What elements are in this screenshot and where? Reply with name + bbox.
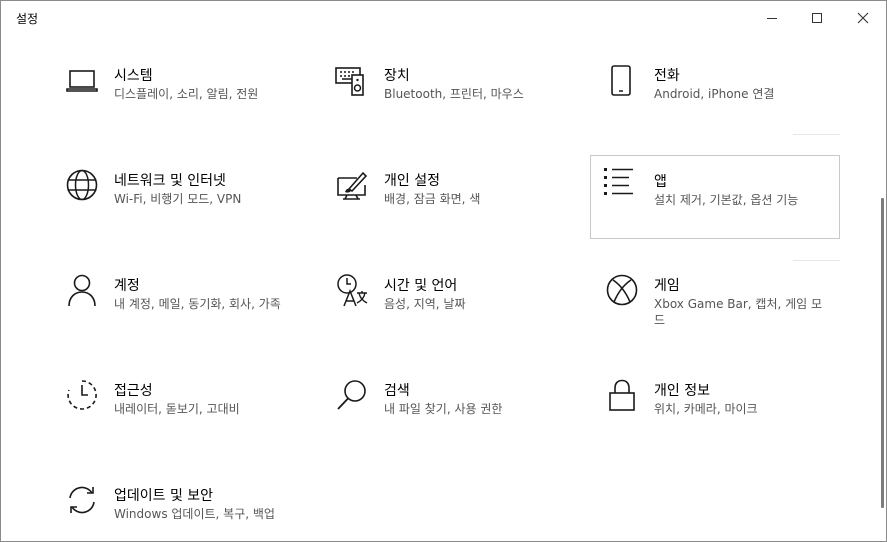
maximize-icon: [812, 12, 822, 23]
phone-icon: [605, 63, 639, 97]
tile-description: Bluetooth, 프린터, 마우스: [384, 87, 524, 101]
tile-name: 검색: [384, 383, 410, 399]
globe-icon: [65, 168, 99, 202]
tile-system[interactable]: 시스템 디스플레이, 소리, 알림, 전원: [61, 59, 310, 143]
settings-grid: 시스템 디스플레이, 소리, 알림, 전원 장치 Bluetooth, 프린터,…: [1, 34, 886, 541]
tile-description: 디스플레이, 소리, 알림, 전원: [114, 87, 259, 101]
tile-description: 배경, 잠금 화면, 색: [384, 192, 481, 206]
tile-description: 내 계정, 메일, 동기화, 회사, 가족: [114, 297, 281, 311]
tile-personalization[interactable]: 개인 설정 배경, 잠금 화면, 색: [331, 164, 580, 248]
tile-name: 업데이트 및 보안: [114, 488, 214, 504]
tile-description: 내레이터, 돋보기, 고대비: [114, 402, 240, 416]
minimize-icon: [767, 17, 777, 19]
close-icon: [857, 12, 869, 23]
tile-description: Android, iPhone 연결: [654, 87, 775, 101]
minimize-button[interactable]: [749, 1, 795, 34]
divider: [793, 260, 840, 261]
tile-name: 네트워크 및 인터넷: [114, 173, 226, 189]
tile-description: Xbox Game Bar, 캡처, 게임 모드: [654, 297, 823, 327]
tile-name: 게임: [654, 278, 680, 294]
laptop-icon: [65, 63, 99, 97]
xbox-icon: [605, 273, 639, 307]
tile-accessibility[interactable]: 접근성 내레이터, 돋보기, 고대비: [61, 374, 310, 458]
tile-description: 설치 제거, 기본값, 옵션 기능: [654, 193, 799, 207]
tile-name: 앱: [654, 174, 667, 190]
maximize-button[interactable]: [794, 1, 840, 34]
lock-icon: [605, 378, 639, 412]
accessibility-icon: [65, 378, 99, 412]
tile-description: Wi-Fi, 비행기 모드, VPN: [114, 192, 242, 206]
tile-devices[interactable]: 장치 Bluetooth, 프린터, 마우스: [331, 59, 580, 143]
tile-description: 내 파일 찾기, 사용 권한: [384, 402, 503, 416]
tile-name: 시스템: [114, 68, 153, 84]
tile-description: Windows 업데이트, 복구, 백업: [114, 507, 275, 521]
settings-window: 설정 시스템 디스플레이, 소리, 알림, 전원 장치 Bluetooth, 프: [0, 0, 887, 542]
title-bar: 설정: [1, 1, 886, 34]
tile-description: 음성, 지역, 날짜: [384, 297, 466, 311]
sync-icon: [65, 483, 99, 517]
tile-name: 계정: [114, 278, 140, 294]
tile-name: 장치: [384, 68, 410, 84]
tile-name: 접근성: [114, 383, 153, 399]
tile-phone[interactable]: 전화 Android, iPhone 연결: [601, 59, 850, 143]
tile-privacy[interactable]: 개인 정보 위치, 카메라, 마이크: [601, 374, 850, 458]
search-icon: [335, 378, 369, 412]
tile-name: 시간 및 언어: [384, 278, 458, 294]
tile-search[interactable]: 검색 내 파일 찾기, 사용 권한: [331, 374, 580, 458]
tile-update-security[interactable]: 업데이트 및 보안 Windows 업데이트, 복구, 백업: [61, 479, 310, 541]
time-language-icon: [335, 273, 369, 307]
window-title: 설정: [16, 12, 39, 26]
person-icon: [65, 273, 99, 307]
tile-description: 위치, 카메라, 마이크: [654, 402, 758, 416]
tile-time-language[interactable]: 시간 및 언어 음성, 지역, 날짜: [331, 269, 580, 353]
tile-gaming[interactable]: 게임 Xbox Game Bar, 캡처, 게임 모드: [601, 269, 850, 353]
apps-list-icon: [601, 165, 635, 199]
vertical-scrollbar[interactable]: [881, 198, 884, 508]
devices-icon: [335, 63, 369, 97]
tile-name: 개인 설정: [384, 173, 440, 189]
tile-apps[interactable]: 앱 설치 제거, 기본값, 옵션 기능: [590, 155, 840, 239]
tile-network[interactable]: 네트워크 및 인터넷 Wi-Fi, 비행기 모드, VPN: [61, 164, 310, 248]
tile-accounts[interactable]: 계정 내 계정, 메일, 동기화, 회사, 가족: [61, 269, 310, 353]
tile-name: 개인 정보: [654, 383, 710, 399]
personalization-icon: [335, 168, 369, 202]
tile-name: 전화: [654, 68, 680, 84]
close-button[interactable]: [840, 1, 886, 34]
